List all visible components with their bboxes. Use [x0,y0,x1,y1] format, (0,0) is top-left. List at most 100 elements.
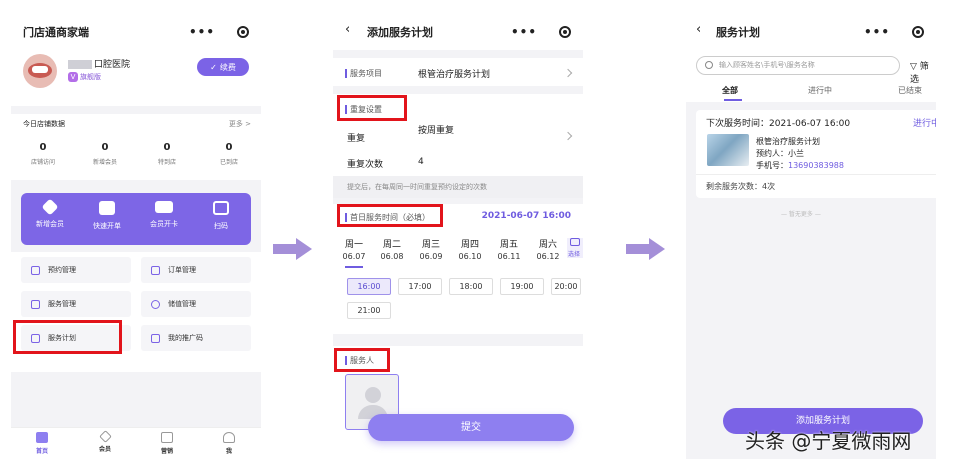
avatar [23,54,57,88]
more-icon[interactable]: ••• [864,26,890,38]
quick-new-member[interactable]: 新增会员 [25,198,75,229]
calendar-icon [570,238,580,246]
time-slot-1800[interactable]: 18:00 [449,278,493,295]
search-icon [705,61,713,69]
remaining-count: 剩余服务次数：4次 [706,182,776,191]
highlight-box [334,348,390,372]
more-icon[interactable]: ••• [189,26,215,38]
stat-arrived: 0 已到店 [219,142,238,166]
tab-marketing[interactable]: 营销 [147,432,187,455]
add-plan-screen: ‹ 添加服务计划 ••• 服务项目 根管治疗服务计划 重复设置 重复 按周重复 … [333,12,583,459]
nav-bar: ‹ 服务计划 ••• 输入顾客姓名\手机号\服务名称 ▽ 筛选 全部 进行中 已… [686,12,936,102]
quick-actions: 新增会员 快速开单 会员开卡 扫码 [21,193,251,245]
menu-appointments[interactable]: 预约管理 [21,257,131,283]
close-target-icon[interactable] [237,26,249,38]
phone-number: 手机号：13690383988 [756,161,844,170]
app-title: 门店通商家端 [23,26,89,39]
nav-bar: 门店通商家端 ••• [11,12,261,50]
page-title: 添加服务计划 [367,26,433,39]
renew-button[interactable]: ✓ 续费 [197,58,249,76]
diamond-icon [41,198,59,216]
time-slot-1600[interactable]: 16:00 [347,278,391,295]
back-icon[interactable]: ‹ [345,22,350,37]
quick-open-card[interactable]: 会员开卡 [139,201,189,229]
store-name: 口腔医院 [68,57,130,70]
vip-icon: V [68,72,78,82]
close-target-icon[interactable] [912,26,924,38]
repeat-count-label: 重复次数 [347,160,384,170]
wallet-icon [151,299,160,309]
submit-button[interactable]: 提交 [368,414,574,441]
service-item-value: 根管治疗服务计划 [418,70,491,80]
page-title: 服务计划 [716,26,760,39]
stat-pending: 0 特到店 [157,142,176,166]
day-wed[interactable]: 周三 06.09 [414,240,448,262]
flow-arrow-2 [626,238,666,260]
day-tue[interactable]: 周二 06.08 [375,240,409,262]
tab-all[interactable]: 全部 [722,85,742,101]
flow-arrow-1 [273,238,313,260]
back-icon[interactable]: ‹ [696,22,701,37]
status-badge: 进行中 [912,119,936,129]
quick-scan[interactable]: 扫码 [196,201,246,231]
time-slot-2000[interactable]: 20:00 [551,278,581,295]
booker: 预约人：小兰 [756,149,804,158]
day-mon[interactable]: 周一 06.07 [337,240,371,268]
mini-program-capsule[interactable]: ••• [511,22,571,42]
card-divider [696,174,936,175]
more-icon[interactable]: ••• [511,26,537,38]
stat-new-members: 0 新增会员 [92,142,117,166]
qr-icon [151,333,160,343]
quick-order[interactable]: 快速开单 [82,201,132,231]
choose-label[interactable]: 选择 [568,249,580,258]
filter-button[interactable]: ▽ 筛选 [910,59,936,85]
first-time-value: 2021-06-07 16:00 [481,211,571,221]
tab-finished[interactable]: 已结束 [898,85,922,96]
user-icon [223,432,235,443]
time-slot-1900[interactable]: 19:00 [500,278,544,295]
mini-program-capsule[interactable]: ••• [864,22,924,42]
stat-store-visits: 0 店铺访问 [30,142,55,166]
repeat-value[interactable]: 按周重复 [418,123,454,136]
stats-title: 今日店铺数据 [23,120,65,128]
highlight-box [13,320,122,354]
day-thu[interactable]: 周四 06.10 [453,240,487,262]
next-service-time: 下次服务时间：2021-06-07 16:00 [706,119,851,129]
marketing-icon [161,432,173,443]
day-sat[interactable]: 周六 06.12 [531,240,565,262]
time-slot-2100[interactable]: 21:00 [347,302,391,319]
calendar-icon [31,265,40,275]
plan-thumbnail [707,134,749,166]
menu-orders[interactable]: 订单管理 [141,257,251,283]
time-slot-1700[interactable]: 17:00 [398,278,442,295]
highlight-box [337,204,443,227]
tab-me[interactable]: 我 [209,432,249,455]
card-icon [155,201,173,213]
repeat-count-value[interactable]: 4 [418,157,424,167]
filter-icon: ▽ [910,62,917,72]
service-plan-screen: ‹ 服务计划 ••• 输入顾客姓名\手机号\服务名称 ▽ 筛选 全部 进行中 已… [686,12,936,459]
menu-services[interactable]: 服务管理 [21,291,131,317]
mini-program-capsule[interactable]: ••• [189,22,249,42]
receipt-icon [99,201,115,215]
service-icon [31,299,40,309]
home-icon [36,432,48,443]
close-target-icon[interactable] [559,26,571,38]
member-icon [98,430,112,443]
plan-card[interactable]: 下次服务时间：2021-06-07 16:00 进行中 根管治疗服务计划 预约人… [696,110,936,198]
vip-badge: V 旗舰版 [68,72,101,82]
repeat-label: 重复 [347,134,366,144]
tab-in-progress[interactable]: 进行中 [808,85,832,96]
nav-bar: ‹ 添加服务计划 ••• [333,12,583,50]
tab-members[interactable]: 会员 [85,430,125,453]
menu-promo-code[interactable]: 我的推广码 [141,325,251,351]
repeat-hint: 提交后，在每周同一时间重复预约设定的次数 [347,183,487,191]
stats-more-link[interactable]: 更多 > [229,119,251,129]
search-input[interactable]: 输入顾客姓名\手机号\服务名称 [696,56,900,75]
menu-stored-value[interactable]: 储值管理 [141,291,251,317]
scan-icon [213,201,229,215]
service-item-label: 服务项目 [345,68,382,79]
highlight-box [337,95,407,121]
tab-home[interactable]: 首页 [22,432,62,455]
day-fri[interactable]: 周五 06.11 [492,240,526,262]
